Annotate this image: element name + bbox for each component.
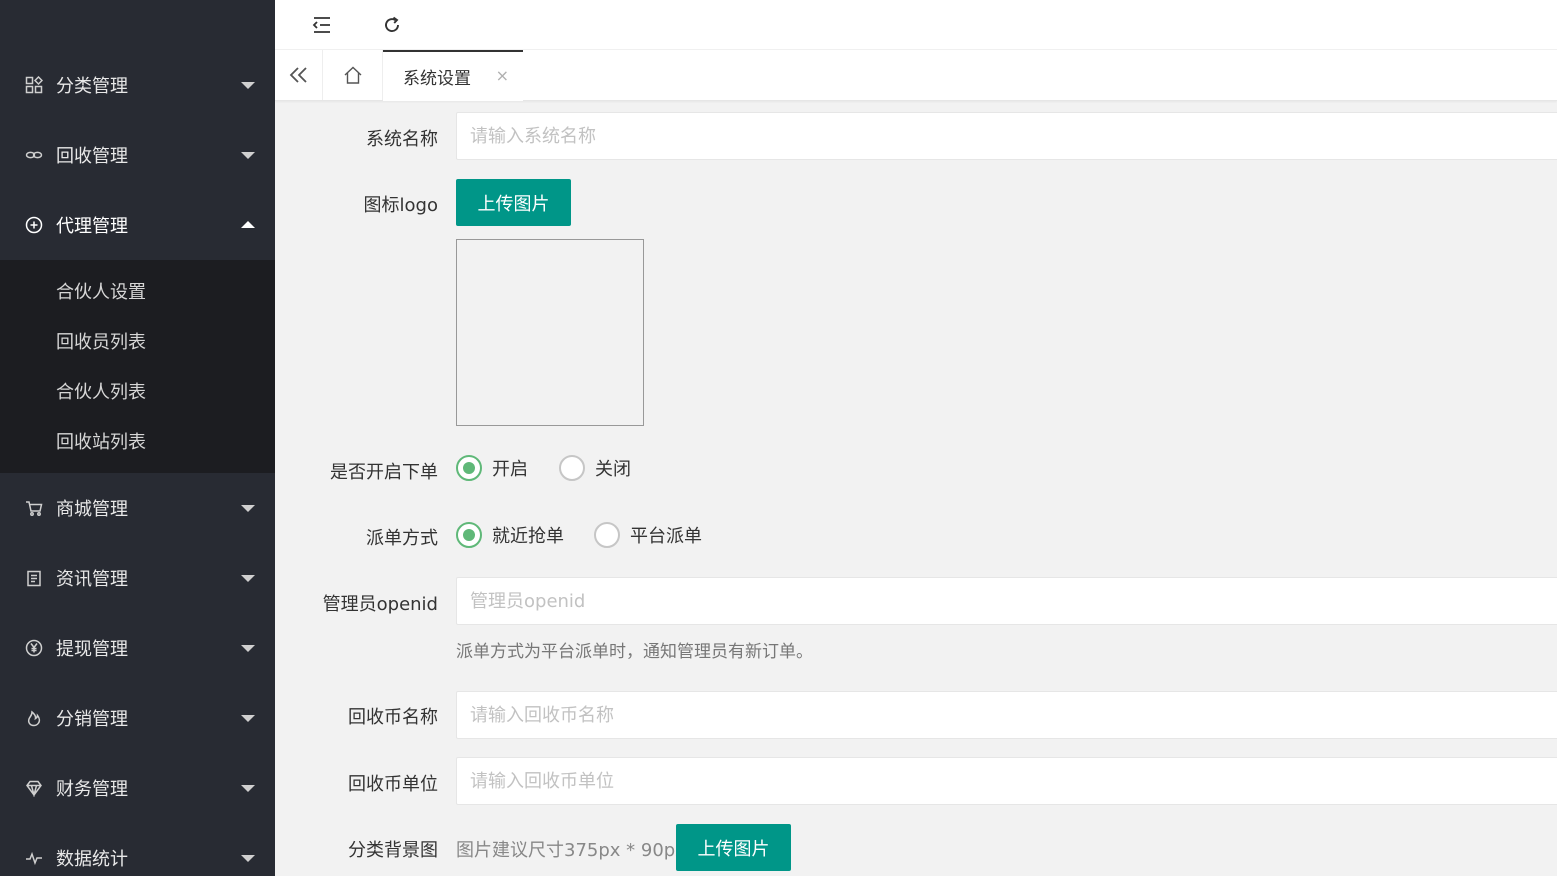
sidebar-item-statistics[interactable]: 数据统计 [0,823,275,876]
radio-circle [456,522,482,548]
pulse-icon [24,848,44,868]
tabs-bar: 系统设置 × [275,50,1557,101]
bg-image-hint: 图片建议尺寸375px * 90px [456,840,686,861]
tab-system-settings[interactable]: 系统设置 × [383,50,523,101]
home-icon[interactable] [323,50,383,100]
sidebar-item-label: 分销管理 [56,709,128,730]
submenu-item-station-list[interactable]: 回收站列表 [0,416,275,466]
radio-circle [559,455,585,481]
coin-name-input[interactable] [456,691,1557,739]
chevron-down-icon [241,785,255,792]
sidebar-logo-area [0,0,275,50]
logo-upload-button[interactable]: 上传图片 [456,179,571,226]
top-bar [275,0,1557,50]
chevron-down-icon [241,82,255,89]
openid-input[interactable] [456,577,1557,625]
double-chevron-left-icon[interactable] [275,50,323,100]
submenu-item-recycler-list[interactable]: 回收员列表 [0,316,275,366]
openid-hint: 派单方式为平台派单时，通知管理员有新订单。 [456,642,813,662]
submenu-item-partner-list[interactable]: 合伙人列表 [0,366,275,416]
order-enable-label: 是否开启下单 [330,462,438,483]
coin-unit-label: 回收币单位 [348,774,438,795]
openid-label: 管理员openid [322,594,438,615]
radio-label: 就近抢单 [492,526,564,547]
clipboard-icon [24,568,44,588]
sidebar-submenu: 合伙人设置 回收员列表 合伙人列表 回收站列表 [0,260,275,473]
sidebar: 分类管理 回收管理 代理管理 合伙人设置 回收员列表 合伙人列表 回收站列表 商… [0,0,275,876]
refresh-icon[interactable] [375,8,409,42]
sidebar-item-label: 提现管理 [56,639,128,660]
dispatch-label: 派单方式 [366,528,438,549]
bg-image-label: 分类背景图 [348,840,438,861]
tab-label: 系统设置 [403,69,471,89]
coin-unit-input[interactable] [456,757,1557,805]
system-name-label: 系统名称 [366,129,438,150]
order-off-radio[interactable]: 关闭 [559,455,631,481]
sidebar-item-label: 数据统计 [56,849,128,870]
sidebar-item-mall[interactable]: 商城管理 [0,473,275,543]
sidebar-item-label: 回收管理 [56,146,128,167]
chevron-down-icon [241,575,255,582]
sidebar-item-agent[interactable]: 代理管理 [0,190,275,260]
category-grid-icon [24,75,44,95]
order-on-radio[interactable]: 开启 [456,455,528,481]
chevron-down-icon [241,152,255,159]
chevron-down-icon [241,645,255,652]
radio-label: 平台派单 [630,526,702,547]
radio-circle [594,522,620,548]
sidebar-item-label: 资讯管理 [56,569,128,590]
sidebar-item-label: 分类管理 [56,76,128,97]
sidebar-item-distribution[interactable]: 分销管理 [0,683,275,753]
sidebar-item-withdraw[interactable]: 提现管理 [0,613,275,683]
chevron-down-icon [241,855,255,862]
logo-preview [456,239,644,426]
menu-fold-icon[interactable] [305,8,339,42]
sidebar-item-label: 财务管理 [56,779,128,800]
sidebar-item-label: 代理管理 [56,216,128,237]
radio-circle [456,455,482,481]
bg-upload-button[interactable]: 上传图片 [676,824,791,871]
close-icon[interactable]: × [496,66,509,85]
plus-circle-icon [24,215,44,235]
radio-label: 开启 [492,459,528,480]
sidebar-item-finance[interactable]: 财务管理 [0,753,275,823]
settings-form: 系统名称 图标logo 上传图片 是否开启下单 开启 关闭 派单方式 就近抢单 … [275,101,1557,876]
system-name-input[interactable] [456,112,1557,160]
yen-circle-icon [24,638,44,658]
infinity-link-icon [24,145,44,165]
diamond-icon [24,778,44,798]
dispatch-near-radio[interactable]: 就近抢单 [456,522,564,548]
sidebar-item-news[interactable]: 资讯管理 [0,543,275,613]
chevron-down-icon [241,505,255,512]
chevron-down-icon [241,715,255,722]
logo-label: 图标logo [363,195,438,216]
sidebar-item-recycle[interactable]: 回收管理 [0,120,275,190]
radio-label: 关闭 [595,459,631,480]
flame-icon [24,708,44,728]
sidebar-item-label: 商城管理 [56,499,128,520]
sidebar-item-category[interactable]: 分类管理 [0,50,275,120]
cart-icon [24,498,44,518]
dispatch-platform-radio[interactable]: 平台派单 [594,522,702,548]
coin-name-label: 回收币名称 [348,707,438,728]
chevron-up-icon [241,221,255,228]
submenu-item-partner-settings[interactable]: 合伙人设置 [0,266,275,316]
